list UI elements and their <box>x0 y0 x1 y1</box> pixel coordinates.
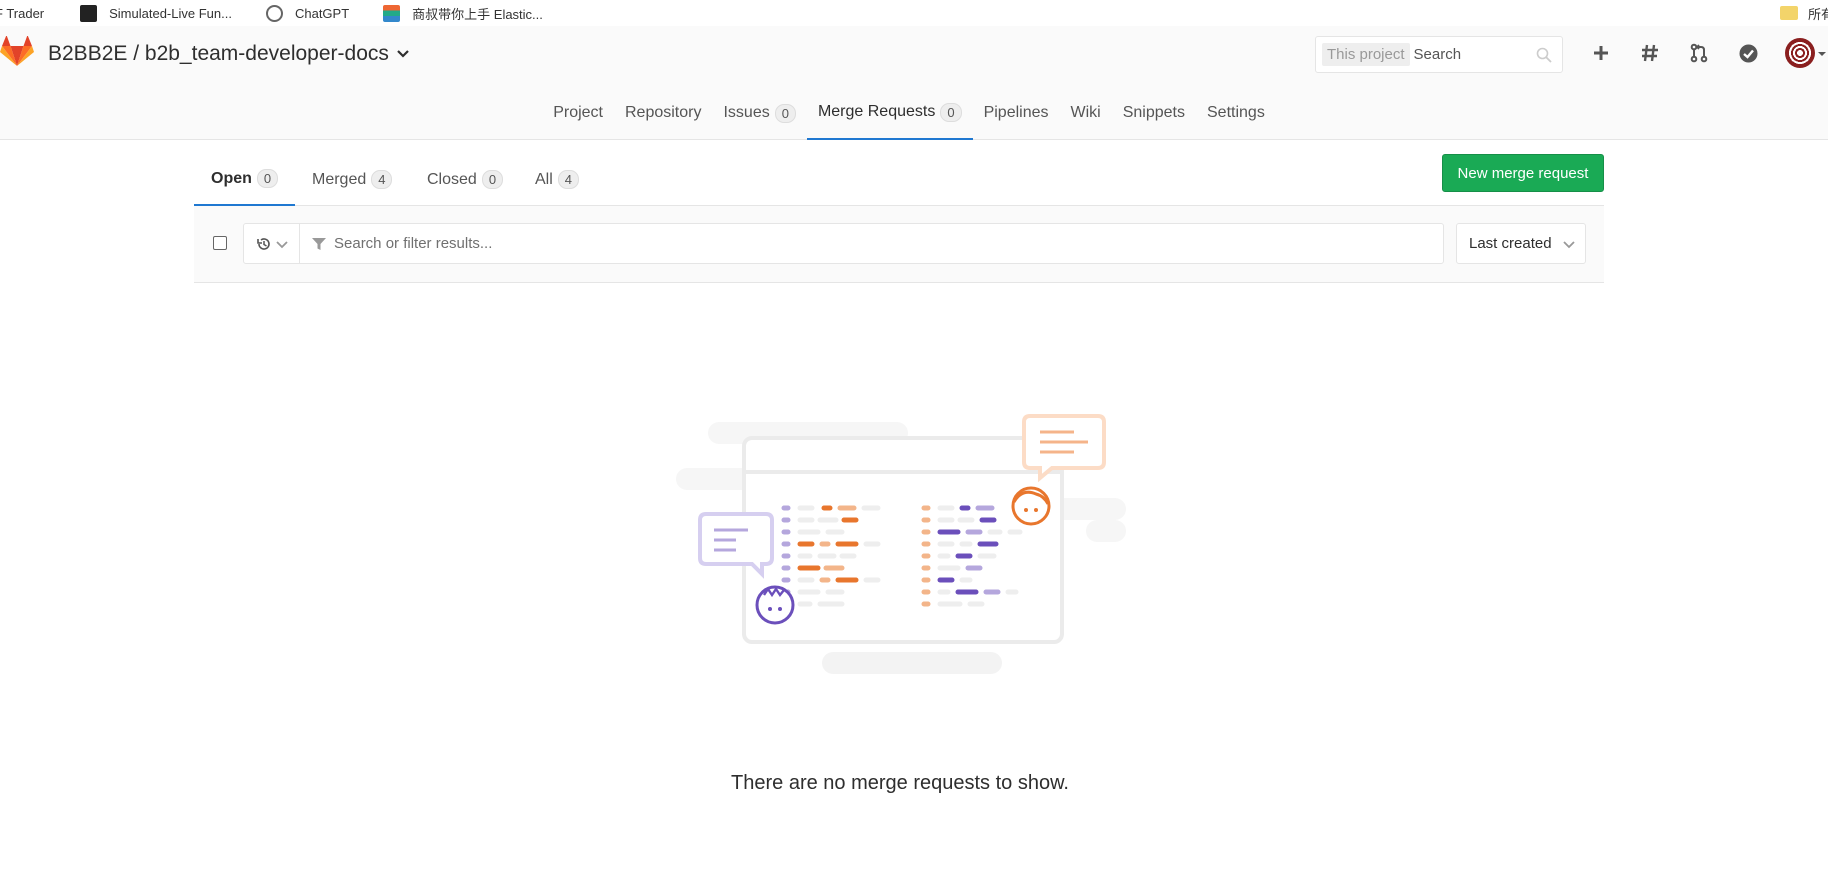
search-box[interactable]: This project <box>1315 36 1563 73</box>
plus-icon[interactable] <box>1588 40 1614 66</box>
closed-count-badge: 0 <box>481 170 504 189</box>
nav-settings[interactable]: Settings <box>1196 86 1276 140</box>
chatgpt-favicon-icon <box>265 4 283 22</box>
nav-pipelines[interactable]: Pipelines <box>973 86 1060 140</box>
search-input[interactable] <box>1413 46 1534 63</box>
tab-label: Open <box>211 169 252 187</box>
nav-label: Issues <box>723 104 770 121</box>
gitlab-logo-icon[interactable] <box>0 36 34 68</box>
project-title-text: B2BB2E / b2b_team-developer-docs <box>48 42 389 65</box>
bookmark-all[interactable]: 所有 <box>1779 0 1828 26</box>
filter-search-box <box>243 223 1444 264</box>
open-count-badge: 0 <box>256 169 279 188</box>
tab-closed[interactable]: Closed 0 <box>427 153 504 206</box>
tab-label: Merged <box>312 170 367 188</box>
issues-count-badge: 0 <box>774 103 796 123</box>
filter-icon <box>312 237 326 250</box>
user-avatar[interactable] <box>1785 38 1815 68</box>
project-nav: Project Repository Issues 0 Merge Request… <box>0 86 1828 140</box>
project-title[interactable]: B2BB2E / b2b_team-developer-docs <box>48 42 409 66</box>
bookmark-f-trader[interactable]: F Trader <box>0 6 44 21</box>
project-header: B2BB2E / b2b_team-developer-docs This pr… <box>0 26 1828 140</box>
empty-state-illustration <box>676 414 1126 674</box>
tab-label: Closed <box>427 170 477 188</box>
tab-open[interactable]: Open 0 <box>194 153 296 206</box>
bookmarks-bar: F Trader Simulated-Live Fun... ChatGPT 商… <box>0 0 1828 26</box>
merge-request-state-tabs: Open 0 Merged 4 Closed 0 All 4 <box>194 153 1604 206</box>
merged-count-badge: 4 <box>371 170 393 189</box>
all-count-badge: 4 <box>557 170 580 189</box>
nav-label: Project <box>553 104 603 121</box>
nav-wiki[interactable]: Wiki <box>1060 86 1112 140</box>
issues-hash-icon[interactable] <box>1637 40 1663 66</box>
bookmark-simulated-live[interactable]: Simulated-Live Fun... <box>80 4 232 22</box>
todos-check-icon[interactable] <box>1735 40 1761 66</box>
bookmark-label: Simulated-Live Fun... <box>109 5 232 21</box>
search-scope-badge: This project <box>1322 43 1410 66</box>
nav-issues[interactable]: Issues 0 <box>712 86 806 140</box>
bookmark-favicon-icon <box>80 4 98 22</box>
tab-label: All <box>535 170 553 188</box>
folder-icon <box>1779 6 1798 20</box>
nav-label: Repository <box>624 104 702 121</box>
nav-label: Wiki <box>1070 104 1101 121</box>
merge-requests-count-badge: 0 <box>940 102 962 122</box>
nav-label: Settings <box>1207 104 1265 121</box>
bookmark-label: F Trader <box>0 5 45 21</box>
chevron-down-icon[interactable] <box>1818 50 1826 58</box>
history-icon <box>256 237 270 250</box>
sort-dropdown[interactable]: Last created <box>1456 223 1586 264</box>
search-icon <box>1536 47 1552 63</box>
empty-state-message: There are no merge requests to show. <box>731 772 1069 794</box>
chevron-down-icon <box>397 50 409 58</box>
chevron-down-icon <box>275 240 288 248</box>
new-merge-request-button[interactable]: New merge request <box>1442 154 1604 192</box>
chevron-down-icon <box>1563 241 1575 249</box>
nav-label: Merge Requests <box>817 103 936 120</box>
elastic-favicon-icon <box>383 4 401 22</box>
nav-merge-requests[interactable]: Merge Requests 0 <box>806 86 973 140</box>
nav-snippets[interactable]: Snippets <box>1112 86 1196 140</box>
filter-search-input[interactable] <box>334 235 1443 252</box>
bookmark-label: 所有 <box>1807 6 1828 22</box>
tab-merged[interactable]: Merged 4 <box>312 153 393 206</box>
select-all-checkbox[interactable] <box>213 236 227 250</box>
recent-searches-dropdown[interactable] <box>244 224 300 263</box>
filter-bar: Last created <box>194 206 1604 283</box>
nav-project[interactable]: Project <box>542 86 614 140</box>
nav-label: Snippets <box>1122 104 1185 121</box>
tab-all[interactable]: All 4 <box>535 153 580 206</box>
bookmark-label: 商叔带你上手 Elastic... <box>412 6 543 22</box>
sort-selected-label: Last created <box>1469 235 1552 252</box>
nav-label: Pipelines <box>983 104 1049 121</box>
bookmark-chatgpt[interactable]: ChatGPT <box>265 4 350 22</box>
bookmark-elastic[interactable]: 商叔带你上手 Elastic... <box>383 4 543 23</box>
merge-request-icon[interactable] <box>1686 40 1712 66</box>
bookmark-label: ChatGPT <box>294 5 350 21</box>
nav-repository[interactable]: Repository <box>614 86 712 140</box>
